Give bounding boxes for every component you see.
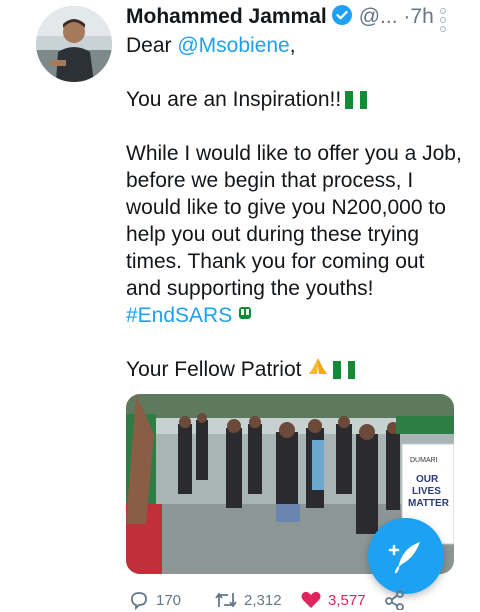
avatar[interactable]: [36, 6, 112, 82]
fist-emblem-icon: [238, 304, 252, 327]
like-count: 3,577: [328, 591, 366, 609]
protest-sign-text: MATTER: [408, 498, 450, 509]
offer-line: While I would like to offer you a Job,: [126, 142, 462, 165]
protest-sign-text: LIVES: [412, 486, 441, 497]
tweet-time[interactable]: 7h: [410, 5, 433, 28]
offer-line: before we begin that process, I: [126, 169, 414, 192]
hashtag-link[interactable]: #EndSARS: [126, 304, 232, 327]
offer-line: and supporting the youths!: [126, 277, 374, 300]
author-handle[interactable]: @...: [359, 5, 398, 28]
compose-tweet-button[interactable]: [368, 518, 444, 594]
compose-tweet-icon: [388, 542, 420, 574]
tweet-body: Dear @Msobiene, You are an Inspiration!!…: [126, 32, 466, 383]
share-button[interactable]: [384, 588, 412, 612]
author-name[interactable]: Mohammed Jammal: [126, 5, 327, 28]
retweet-count: 2,312: [244, 591, 282, 609]
offer-line: would like to give you N200,000 to: [126, 196, 446, 219]
nigeria-flag-icon: [345, 89, 368, 109]
reply-count: 170: [156, 591, 182, 609]
protest-sign-text: OUR: [416, 474, 439, 485]
offer-line: help you out during these trying: [126, 223, 420, 246]
reply-button[interactable]: 170: [128, 588, 181, 612]
signoff-line: Your Fellow Patriot: [126, 356, 466, 383]
like-button[interactable]: 3,577: [300, 588, 366, 612]
greeting-line: Dear @Msobiene,: [126, 34, 296, 57]
praying-hands-icon: [307, 358, 329, 381]
reply-icon: [131, 592, 147, 610]
mention-link[interactable]: @Msobiene: [177, 34, 289, 57]
tweet-actions: 170 2,312 3,577: [128, 588, 468, 612]
verified-badge-icon: [331, 4, 353, 33]
more-vertical-icon[interactable]: [438, 8, 448, 32]
protest-sign-text: DUMARI: [410, 457, 438, 464]
offer-line: times. Thank you for coming out: [126, 250, 425, 273]
retweet-icon: [215, 592, 237, 608]
tweet-header: Mohammed Jammal @... ·7h: [126, 4, 434, 33]
nigeria-flag-icon: [333, 359, 356, 379]
heart-icon: [301, 591, 321, 608]
retweet-button[interactable]: 2,312: [214, 588, 282, 612]
hashtag-line: #EndSARS: [126, 302, 466, 329]
inspiration-line: You are an Inspiration!!: [126, 86, 466, 113]
share-icon: [385, 590, 404, 610]
tweet[interactable]: Mohammed Jammal @... ·7h Dear @Msobiene, …: [0, 0, 480, 612]
